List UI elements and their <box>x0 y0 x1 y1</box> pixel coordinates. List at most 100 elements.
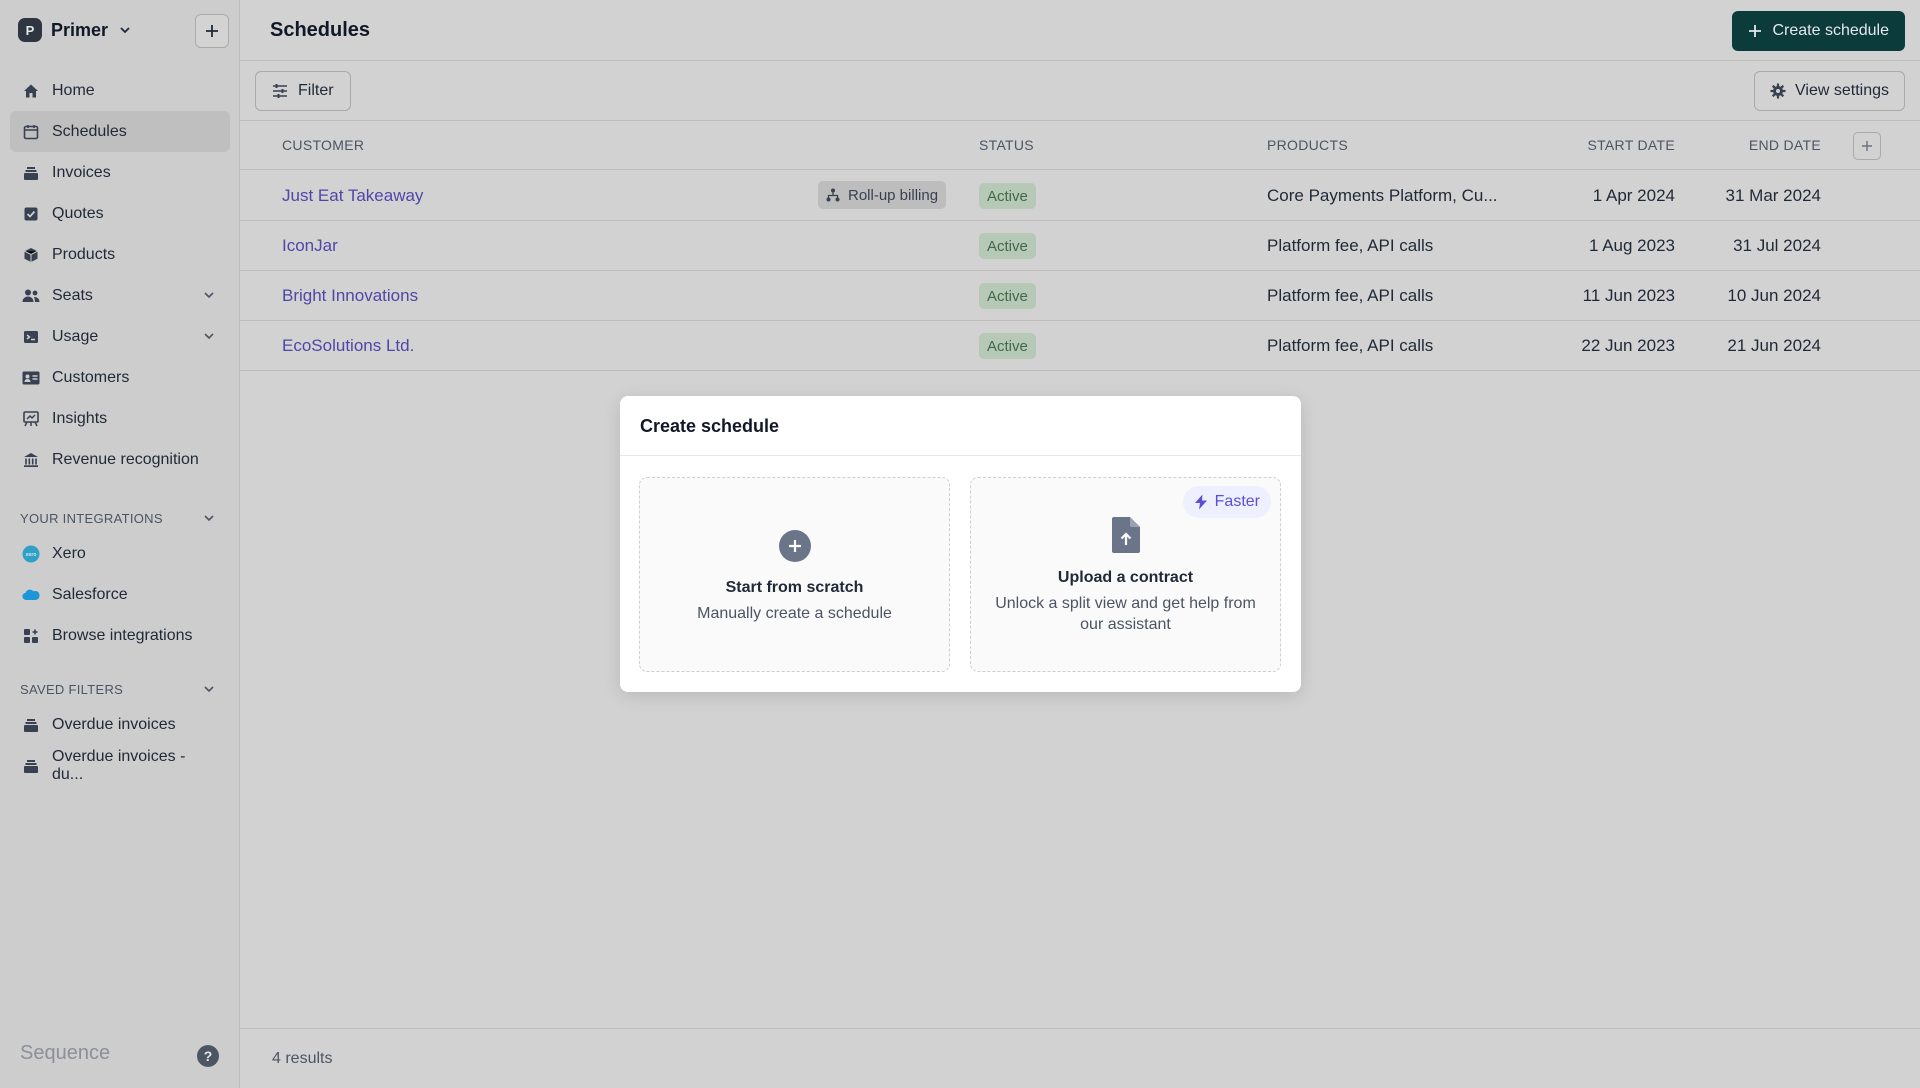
products-cell: Platform fee, API calls <box>1267 286 1434 305</box>
start-date-cell: 1 Aug 2023 <box>1588 236 1675 255</box>
svg-text:xero: xero <box>26 552 37 558</box>
status-badge: Active <box>979 233 1036 259</box>
upload-contract-option[interactable]: Faster Upload a contract Unlock a split … <box>970 477 1281 672</box>
plus-icon <box>1749 25 1762 37</box>
sidebar: P Primer Home Schedules Invoices Quotes … <box>0 0 240 1088</box>
saved-filters-list: Overdue invoices Overdue invoices - du..… <box>10 704 230 786</box>
create-schedule-label: Create schedule <box>1772 22 1889 39</box>
xero-logo-icon: xero <box>22 545 40 563</box>
main-nav: Home Schedules Invoices Quotes Products … <box>10 70 230 480</box>
integrations-section-header: YOUR INTEGRATIONS <box>20 511 163 526</box>
box-icon <box>22 246 40 264</box>
column-header-customer[interactable]: CUSTOMER <box>282 137 364 153</box>
sidebar-item-usage[interactable]: Usage <box>10 316 230 357</box>
chevron-down-icon[interactable] <box>202 511 216 525</box>
table-row[interactable]: EcoSolutions Ltd. Active Platform fee, A… <box>240 321 1920 371</box>
sidebar-item-label: Browse integrations <box>52 626 193 644</box>
sidebar-item-label: Products <box>52 245 116 263</box>
sidebar-item-seats[interactable]: Seats <box>10 275 230 316</box>
sidebar-item-label: Salesforce <box>52 585 128 603</box>
sidebar-item-revenue-recognition[interactable]: Revenue recognition <box>10 439 230 480</box>
customer-link[interactable]: EcoSolutions Ltd. <box>282 336 414 356</box>
sidebar-item-quotes[interactable]: Quotes <box>10 193 230 234</box>
end-date-cell: 31 Jul 2024 <box>1733 236 1821 255</box>
add-column-button[interactable] <box>1853 132 1881 160</box>
add-button[interactable] <box>195 14 229 48</box>
products-cell: Platform fee, API calls <box>1267 236 1434 255</box>
sidebar-item-label: Customers <box>52 368 130 386</box>
products-cell: Core Payments Platform, Cu... <box>1267 186 1498 205</box>
start-date-cell: 22 Jun 2023 <box>1581 336 1675 355</box>
page-title: Schedules <box>270 19 371 41</box>
sidebar-item-xero[interactable]: xero Xero <box>10 533 230 574</box>
roll-up-billing-badge: Roll-up billing <box>818 181 947 209</box>
end-date-cell: 31 Mar 2024 <box>1725 186 1821 205</box>
sidebar-item-customers[interactable]: Customers <box>10 357 230 398</box>
workspace-switcher[interactable]: P Primer <box>18 18 133 42</box>
chevron-down-icon[interactable] <box>202 682 216 696</box>
sidebar-item-label: Seats <box>52 286 93 304</box>
column-header-start-date[interactable]: START DATE <box>1587 137 1675 153</box>
view-settings-label: View settings <box>1795 82 1889 99</box>
products-cell: Platform fee, API calls <box>1267 336 1434 355</box>
create-schedule-button[interactable]: Create schedule <box>1732 11 1905 51</box>
sequence-logo: Sequence <box>20 1042 111 1064</box>
sidebar-item-label: Overdue invoices <box>52 715 176 733</box>
customer-link[interactable]: Bright Innovations <box>282 286 418 306</box>
workspace-avatar: P <box>18 18 42 42</box>
end-date-cell: 21 Jun 2024 <box>1727 336 1821 355</box>
chevron-down-icon <box>120 27 130 34</box>
sidebar-item-label: Insights <box>52 409 108 427</box>
results-count: 4 results <box>272 1050 333 1067</box>
customer-link[interactable]: Just Eat Takeaway <box>282 186 423 206</box>
table-row[interactable]: IconJar Active Platform fee, API calls 1… <box>240 221 1920 271</box>
page-header: Schedules Create schedule <box>240 0 1920 61</box>
table-toolbar: Filter View settings <box>240 61 1920 121</box>
sidebar-item-label: Home <box>52 81 95 99</box>
view-settings-button[interactable]: View settings <box>1754 71 1905 111</box>
sidebar-item-label: Revenue recognition <box>52 450 199 468</box>
lightning-icon <box>1194 494 1207 510</box>
table-footer: 4 results <box>240 1028 1920 1088</box>
filter-label: Filter <box>298 82 334 99</box>
column-header-status[interactable]: STATUS <box>979 137 1034 153</box>
customer-link[interactable]: IconJar <box>282 236 338 256</box>
table-row[interactable]: Bright Innovations Active Platform fee, … <box>240 271 1920 321</box>
sidebar-item-label: Usage <box>52 327 99 345</box>
sidebar-item-insights[interactable]: Insights <box>10 398 230 439</box>
plus-icon <box>1862 141 1872 151</box>
modal-title: Create schedule <box>640 416 780 436</box>
sidebar-item-salesforce[interactable]: Salesforce <box>10 574 230 615</box>
sidebar-item-label: Xero <box>52 544 86 562</box>
column-header-end-date[interactable]: END DATE <box>1733 137 1821 153</box>
sidebar-item-schedules[interactable]: Schedules <box>10 111 230 152</box>
sidebar-item-browse-integrations[interactable]: Browse integrations <box>10 615 230 656</box>
sidebar-item-products[interactable]: Products <box>10 234 230 275</box>
sidebar-item-label: Quotes <box>52 204 104 222</box>
sidebar-item-home[interactable]: Home <box>10 70 230 111</box>
chevron-down-icon[interactable] <box>202 288 216 302</box>
table-header: CUSTOMER STATUS PRODUCTS START DATE END … <box>240 122 1920 170</box>
table-row[interactable]: Just Eat Takeaway Roll-up billing Active… <box>240 171 1920 221</box>
sidebar-item-label: Overdue invoices - du... <box>52 747 186 783</box>
filter-button[interactable]: Filter <box>255 71 351 111</box>
plus-icon <box>206 25 218 37</box>
workspace-name: Primer <box>51 19 109 40</box>
status-badge: Active <box>979 283 1036 309</box>
sidebar-item-invoices[interactable]: Invoices <box>10 152 230 193</box>
sidebar-item-label: Schedules <box>52 122 127 140</box>
column-header-products[interactable]: PRODUCTS <box>1267 137 1348 153</box>
sidebar-item-label: Invoices <box>52 163 111 181</box>
sidebar-item-overdue-invoices[interactable]: Overdue invoices <box>10 704 230 745</box>
chevron-down-icon[interactable] <box>202 329 216 343</box>
grid-add-icon <box>22 627 40 645</box>
modal-divider <box>620 455 1301 456</box>
sidebar-item-overdue-invoices-due[interactable]: Overdue invoices - du... <box>10 745 230 786</box>
integrations-list: xero Xero Salesforce Browse integrations <box>10 533 230 656</box>
start-from-scratch-option[interactable]: Start from scratch Manually create a sch… <box>639 477 950 672</box>
start-date-cell: 11 Jun 2023 <box>1582 286 1675 305</box>
saved-filters-section-header: SAVED FILTERS <box>20 682 124 697</box>
help-icon[interactable]: ? <box>197 1045 219 1067</box>
option-title: Upload a contract <box>1057 569 1194 586</box>
plus-circle-icon <box>778 530 811 562</box>
